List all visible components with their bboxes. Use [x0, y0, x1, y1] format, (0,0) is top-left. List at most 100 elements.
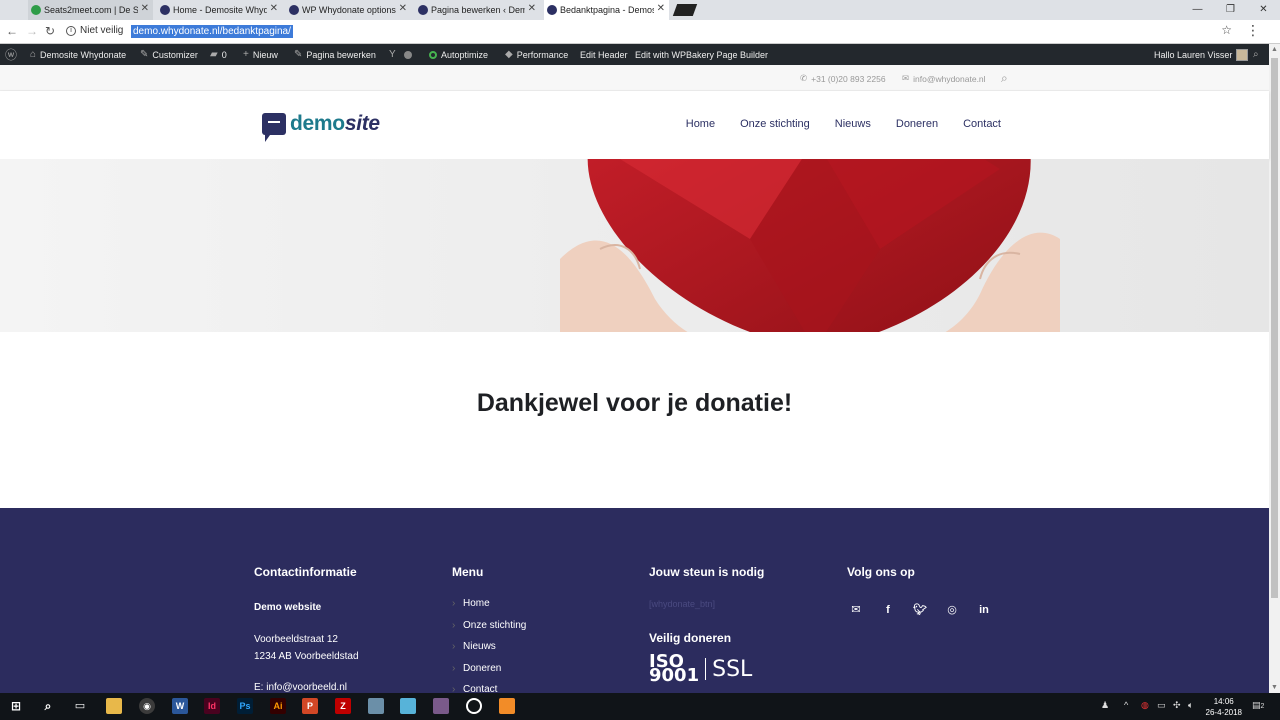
email-icon[interactable]: ✉	[847, 601, 865, 619]
yoast-icon[interactable]: Y	[389, 44, 396, 65]
twitter-icon[interactable]: 🐦︎	[911, 601, 929, 619]
indesign-icon[interactable]: Id	[204, 698, 220, 714]
close-icon[interactable]: ✕	[657, 3, 665, 14]
phone-contact[interactable]: ✆ +31 (0)20 893 2256	[800, 73, 886, 84]
security-indicator[interactable]: i Niet veilig	[66, 25, 123, 36]
filezilla-icon[interactable]: Z	[335, 698, 351, 714]
wpbakery-link[interactable]: Edit with WPBakery Page Builder	[635, 44, 768, 65]
comments-link[interactable]: ▰ 0	[210, 44, 227, 65]
windows-start-icon[interactable]: ⊞	[8, 698, 24, 714]
logo-speech-bubble-icon	[262, 113, 286, 142]
restore-icon[interactable]: ❐	[1214, 0, 1247, 20]
nav-item-onze-stichting[interactable]: Onze stichting	[740, 118, 810, 130]
close-icon[interactable]: ✕	[399, 3, 407, 14]
battery-icon[interactable]: ▭	[1157, 700, 1166, 711]
page-scrollbar[interactable]: ▲ ▼	[1269, 44, 1280, 693]
page-title: Dankjewel voor je donatie!	[476, 389, 793, 417]
plus-icon: +	[243, 49, 249, 60]
scroll-down-icon[interactable]: ▼	[1271, 684, 1278, 691]
autoptimize-link[interactable]: Autoptimize	[429, 44, 488, 65]
volume-icon[interactable]: 🔈︎	[1188, 700, 1193, 711]
close-icon[interactable]: ✕	[270, 3, 278, 14]
window-controls: — ❐ ✕	[1181, 0, 1280, 20]
status-dot-icon	[404, 44, 412, 65]
footer-menu: Home Onze stichting Nieuws Doneren Conta…	[452, 593, 526, 701]
account-link[interactable]: Hallo Lauren Visser	[1154, 44, 1249, 65]
search-icon[interactable]: ⌕	[1253, 44, 1259, 65]
app-notes-icon[interactable]	[400, 698, 416, 714]
notification-center-icon[interactable]: ▤2	[1252, 700, 1264, 711]
secure-donate-heading: Veilig doneren	[649, 631, 732, 645]
site-name-link[interactable]: ⌂ Demosite Whydonate	[30, 44, 126, 65]
email-contact[interactable]: ✉ info@whydonate.nl	[902, 73, 986, 84]
photoshop-icon[interactable]: Ps	[237, 698, 253, 714]
close-icon[interactable]: ✕	[528, 3, 536, 14]
autoptimize-icon	[429, 50, 437, 59]
footer-menu-item[interactable]: Onze stichting	[452, 615, 526, 637]
illustrator-icon[interactable]: Ai	[270, 698, 286, 714]
nav-item-contact[interactable]: Contact	[963, 118, 1001, 130]
iso-badge: ISO 9001	[649, 651, 700, 686]
network-icon[interactable]: ✣	[1173, 700, 1181, 711]
performance-link[interactable]: ◆ Performance	[505, 44, 568, 65]
browser-menu-icon[interactable]: ⋮	[1246, 22, 1260, 39]
scrollbar-thumb[interactable]	[1271, 58, 1278, 598]
tab-wp-whydonate-options[interactable]: WP Whydonate options ✕	[286, 0, 411, 20]
customizer-link[interactable]: ✎ Customizer	[140, 44, 198, 65]
donate-shortcode: [whydonate_btn]	[649, 599, 716, 609]
favicon-icon	[547, 5, 557, 15]
scroll-up-icon[interactable]: ▲	[1271, 46, 1278, 53]
wordpress-logo-icon[interactable]: ⓦ	[5, 44, 17, 65]
search-icon[interactable]: ⌕	[40, 698, 56, 714]
back-icon[interactable]: ←	[6, 24, 18, 38]
site-logo[interactable]: demosite	[262, 112, 380, 142]
social-links: ✉ f 🐦︎ ◎ in	[847, 601, 993, 619]
nav-item-nieuws[interactable]: Nieuws	[835, 118, 871, 130]
tab-home-demosite[interactable]: Home - Demosite Whyd ✕	[157, 0, 282, 20]
new-tab-button[interactable]	[672, 4, 698, 16]
brush-icon: ✎	[140, 49, 149, 60]
tab-bedanktpagina[interactable]: Bedanktpagina - Demosi ✕	[544, 0, 669, 20]
wp-admin-bar: ⓦ ⌂ Demosite Whydonate ✎ Customizer ▰ 0 + Ni…	[0, 44, 1269, 65]
edit-header-link[interactable]: Edit Header	[580, 44, 628, 65]
system-clock[interactable]: 14:06 26-4-2018	[1206, 696, 1242, 718]
antivirus-icon[interactable]: ◍	[1141, 700, 1149, 711]
footer-menu-item[interactable]: Nieuws	[452, 636, 526, 658]
linkedin-icon[interactable]: in	[975, 601, 993, 619]
main-navigation: Home Onze stichting Nieuws Doneren Conta…	[686, 118, 1001, 130]
close-window-icon[interactable]: ✕	[1247, 0, 1280, 20]
nav-item-doneren[interactable]: Doneren	[896, 118, 938, 130]
url-input[interactable]: demo.whydonate.nl/bedanktpagina/	[131, 25, 293, 38]
tab-seats2meet[interactable]: Seats2meet.com | De Sti ✕	[28, 0, 153, 20]
avatar	[1236, 48, 1249, 61]
app-window-icon[interactable]	[368, 698, 384, 714]
powerpoint-icon[interactable]: P	[302, 698, 318, 714]
edit-page-link[interactable]: ✎ Pagina bewerken	[294, 44, 376, 65]
ssl-badge: SSL	[712, 656, 753, 682]
minimize-icon[interactable]: —	[1181, 0, 1214, 20]
new-link[interactable]: + Nieuw	[243, 44, 278, 65]
chevron-up-icon[interactable]: ^	[1124, 700, 1128, 710]
footer-contact-column: Contactinformatie Demo website Voorbeeld…	[254, 565, 359, 696]
app-flag-icon[interactable]	[433, 698, 449, 714]
bookmark-star-icon[interactable]: ☆	[1221, 23, 1232, 37]
instagram-icon[interactable]: ◎	[943, 601, 961, 619]
word-icon[interactable]: W	[172, 698, 188, 714]
people-icon[interactable]: ♟	[1101, 700, 1109, 711]
footer-menu-item[interactable]: Home	[452, 593, 526, 615]
reload-icon[interactable]: ↻	[45, 24, 55, 38]
page-content: Dankjewel voor je donatie!	[0, 332, 1269, 508]
favicon-icon	[418, 5, 428, 15]
task-view-icon[interactable]: ▭	[72, 698, 88, 714]
facebook-icon[interactable]: f	[879, 601, 897, 619]
nav-item-home[interactable]: Home	[686, 118, 715, 130]
chrome-icon[interactable]: ◉	[139, 698, 155, 714]
close-icon[interactable]: ✕	[141, 3, 149, 14]
tab-pagina-bewerken[interactable]: Pagina bewerken ‹ Demo ✕	[415, 0, 540, 20]
search-icon[interactable]: ⌕	[1001, 71, 1008, 86]
footer-menu-item[interactable]: Doneren	[452, 658, 526, 680]
app-target-icon[interactable]	[466, 698, 482, 714]
app-orange-icon[interactable]	[499, 698, 515, 714]
file-explorer-icon[interactable]	[106, 698, 122, 714]
forward-icon[interactable]: →	[26, 24, 38, 38]
